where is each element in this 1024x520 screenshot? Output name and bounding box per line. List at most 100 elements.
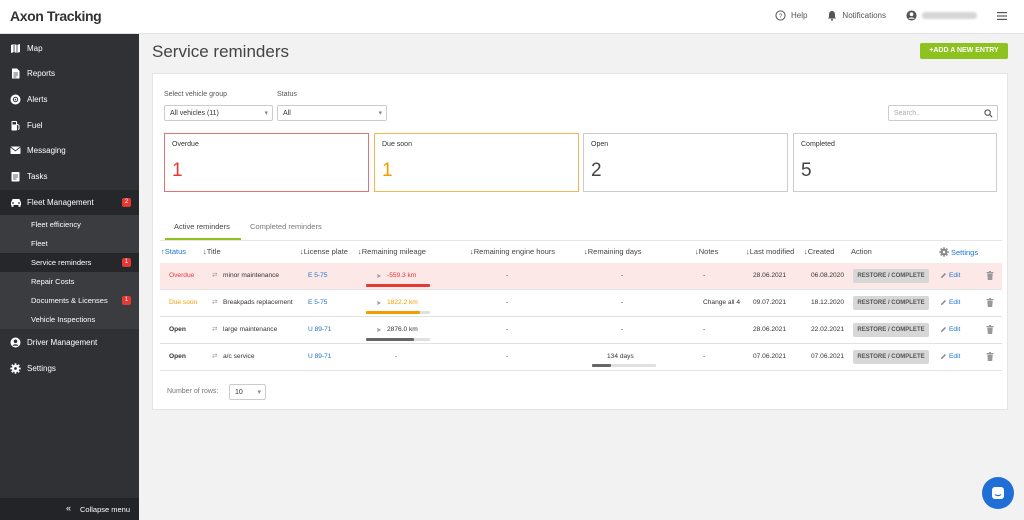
restore-complete-button[interactable]: RESTORE / COMPLETE (853, 269, 929, 283)
trash-icon[interactable] (986, 325, 994, 334)
sidebar-item-alerts[interactable]: Alerts (0, 87, 139, 112)
sidebar-item-tasks[interactable]: Tasks (0, 164, 139, 189)
sidebar-item-reports[interactable]: Reports (0, 61, 139, 86)
trash-icon[interactable] (986, 271, 994, 280)
row-remaining-mileage: 1822.2 km (387, 299, 418, 306)
search-input[interactable]: Search.. (888, 105, 998, 121)
summary-card-open[interactable]: Open 2 (583, 133, 788, 192)
table-row[interactable]: Due soon ⇄ Breakpads replacement E 5-75 … (160, 290, 1002, 317)
sidebar-item-label: Reports (27, 69, 56, 78)
sidebar-subitem-fleet[interactable]: Fleet (0, 234, 139, 253)
edit-button[interactable]: Edit (940, 299, 960, 306)
sidebar-item-fleet-management[interactable]: Fleet Management 2 (0, 190, 139, 215)
restore-complete-button[interactable]: RESTORE / COMPLETE (853, 350, 929, 364)
sidebar-item-label: Alerts (27, 95, 48, 104)
row-remaining-days: - (621, 326, 624, 333)
column-header-remaining-mileage[interactable]: ↓Remaining mileage (358, 247, 426, 256)
sidebar-item-label: Messaging (27, 146, 66, 155)
pencil-icon (940, 273, 946, 279)
row-notes: - (703, 272, 706, 279)
row-engine-hours: - (506, 353, 509, 360)
rows-per-page-select[interactable]: 10 ▾ (229, 384, 266, 400)
restore-complete-button[interactable]: RESTORE / COMPLETE (853, 323, 929, 337)
user-menu[interactable] (906, 10, 977, 21)
sidebar-item-fuel[interactable]: Fuel (0, 113, 139, 138)
map-icon (11, 44, 20, 53)
column-header-created[interactable]: ↓Created (804, 247, 834, 256)
sidebar-item-driver-management[interactable]: Driver Management (0, 330, 139, 355)
navigation-arrow-icon: ➤ (376, 273, 382, 280)
chat-launcher-button[interactable] (982, 477, 1014, 509)
column-header-license-plate[interactable]: ↓License plate (300, 247, 348, 256)
row-created: 07.06.2021 (811, 353, 845, 360)
column-header-title[interactable]: ↓Title (203, 247, 221, 256)
sidebar-subitem-service-reminders[interactable]: Service reminders 1 (0, 253, 139, 272)
row-license-plate[interactable]: E 5-75 (308, 272, 327, 279)
mileage-bar-fill (366, 284, 430, 287)
edit-button[interactable]: Edit (940, 353, 960, 360)
chat-icon (992, 487, 1004, 499)
sidebar-item-label: Settings (27, 364, 56, 373)
edit-button[interactable]: Edit (940, 272, 960, 279)
app-logo[interactable]: Axon Tracking (10, 8, 102, 24)
page-title: Service reminders (152, 42, 289, 61)
row-license-plate[interactable]: U 89-71 (308, 353, 331, 360)
sidebar-subitem-fleet-efficiency[interactable]: Fleet efficiency (0, 215, 139, 234)
collapse-menu-button[interactable]: « Collapse menu (0, 498, 139, 520)
trash-icon[interactable] (986, 352, 994, 361)
tab-completed-reminders[interactable]: Completed reminders (250, 222, 322, 231)
column-header-action: Action (851, 247, 872, 256)
tab-active-reminders[interactable]: Active reminders (174, 222, 230, 231)
hamburger-menu[interactable] (997, 11, 1012, 20)
documents-licenses-badge: 1 (122, 296, 131, 305)
table-row[interactable]: Open ⇄ a/c service U 89-71 - - 134 days … (160, 344, 1002, 371)
sidebar-item-label: Fleet Management (27, 198, 94, 207)
trash-icon[interactable] (986, 298, 994, 307)
sidebar-subitem-label: Fleet (31, 239, 48, 248)
sidebar-subitem-label: Vehicle Inspections (31, 315, 96, 324)
sidebar-item-label: Fuel (27, 121, 43, 130)
row-license-plate[interactable]: U 89-71 (308, 326, 331, 333)
help-link[interactable]: ? Help (775, 10, 807, 21)
restore-complete-button[interactable]: RESTORE / COMPLETE (853, 296, 929, 310)
card-title: Open (591, 141, 609, 148)
settings-label: Settings (951, 247, 979, 257)
sidebar-subitem-vehicle-inspections[interactable]: Vehicle Inspections (0, 310, 139, 329)
row-notes: - (703, 326, 706, 333)
car-icon (11, 199, 21, 207)
table-row[interactable]: Open ⇄ large maintenance U 89-71 ➤ 2876.… (160, 317, 1002, 344)
table-row[interactable]: Overdue ⇄ minor maintenance E 5-75 ➤ -55… (160, 263, 1002, 290)
column-header-status[interactable]: ↑Status (161, 247, 186, 256)
summary-card-overdue[interactable]: Overdue 1 (164, 133, 369, 192)
sidebar-item-messaging[interactable]: Messaging (0, 138, 139, 163)
card-value: 1 (382, 160, 393, 181)
sidebar-item-settings[interactable]: Settings (0, 356, 139, 381)
days-bar-fill (592, 364, 612, 367)
pencil-icon (940, 300, 946, 306)
row-created: 18.12.2020 (811, 299, 845, 306)
row-remaining-mileage: - (395, 353, 398, 360)
sidebar-item-map[interactable]: Map (0, 36, 139, 61)
edit-button[interactable]: Edit (940, 326, 960, 333)
sidebar-item-label: Driver Management (27, 338, 98, 347)
row-title: Breakpads replacement (223, 299, 293, 306)
sidebar-subitem-repair-costs[interactable]: Repair Costs (0, 272, 139, 291)
table-settings-button[interactable]: Settings (939, 247, 978, 257)
notifications-link[interactable]: Notifications (827, 10, 886, 21)
vehicle-group-select[interactable]: All vehicles (11) ▾ (164, 105, 273, 121)
column-header-remaining-engine-hours[interactable]: ↓Remaining engine hours (470, 247, 555, 256)
row-remaining-mileage: 2876.0 km (387, 326, 418, 333)
sidebar-subitem-label: Service reminders (31, 258, 92, 267)
status-filter-select[interactable]: All ▾ (277, 105, 387, 121)
status-filter-label: Status (277, 91, 297, 98)
summary-card-completed[interactable]: Completed 5 (793, 133, 997, 192)
column-header-notes[interactable]: ↓Notes (695, 247, 718, 256)
column-header-remaining-days[interactable]: ↓Remaining days (584, 247, 642, 256)
gear-icon (10, 363, 21, 374)
row-created: 22.02.2021 (811, 326, 845, 333)
summary-card-due-soon[interactable]: Due soon 1 (374, 133, 579, 192)
sidebar-subitem-documents-licenses[interactable]: Documents & Licenses 1 (0, 291, 139, 310)
column-header-last-modified[interactable]: ↓Last modified (746, 247, 794, 256)
add-new-entry-button[interactable]: +ADD A NEW ENTRY (920, 43, 1008, 59)
row-license-plate[interactable]: E 5-75 (308, 299, 327, 306)
